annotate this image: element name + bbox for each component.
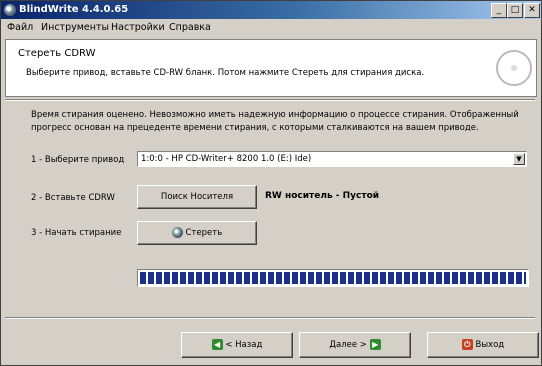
media-status: RW носитель - Пустой <box>265 191 380 201</box>
start-erase-label: 3 - Начать стирание <box>31 228 122 238</box>
erase-progress-bar <box>137 269 529 287</box>
insert-cdrw-label: 2 - Вставьте CDRW <box>31 193 115 203</box>
footer-divider <box>5 317 535 319</box>
select-drive-label: 1 - Выберите привод <box>31 155 125 165</box>
header-panel: Стереть CDRW Выберите привод, вставьте C… <box>5 39 537 97</box>
menu-settings[interactable]: Настройки <box>111 22 165 33</box>
menu-file[interactable]: Файл <box>7 22 33 33</box>
search-media-button[interactable]: Поиск Носителя <box>137 185 257 209</box>
exit-icon: ⏻ <box>461 339 473 350</box>
menu-tools[interactable]: Инструменты <box>41 22 109 33</box>
page-title: Стереть CDRW <box>18 48 96 59</box>
blindwrite-disc-icon <box>4 4 16 16</box>
main-window: BlindWrite 4.4.0.65 _ □ ✕ Файл Инструмен… <box>0 0 542 366</box>
back-button-label: < Назад <box>225 340 263 350</box>
erase-button-label: Стереть <box>185 228 223 238</box>
info-text: Время стирания оценено. Невозможно иметь… <box>31 110 519 133</box>
page-subtitle: Выберите привод, вставьте CD-RW бланк. П… <box>26 68 425 78</box>
close-button[interactable]: ✕ <box>524 3 540 18</box>
back-button[interactable]: ◀ < Назад <box>181 332 293 358</box>
erase-button[interactable]: Стереть <box>137 221 257 245</box>
disc-icon <box>171 227 183 238</box>
title-bar[interactable]: BlindWrite 4.4.0.65 _ □ ✕ <box>1 1 541 19</box>
next-arrow-icon: ▶ <box>369 339 381 350</box>
exit-button-label: Выход <box>475 340 505 350</box>
chevron-down-icon[interactable]: ▼ <box>513 153 525 165</box>
back-arrow-icon: ◀ <box>211 339 223 350</box>
divider <box>5 99 535 101</box>
menu-bar: Файл Инструменты Настройки Справка <box>1 20 541 36</box>
menu-help[interactable]: Справка <box>169 22 211 33</box>
cd-disc-icon <box>496 50 532 86</box>
next-button[interactable]: Далее > ▶ <box>299 332 411 358</box>
search-media-label: Поиск Носителя <box>160 192 234 202</box>
minimize-button[interactable]: _ <box>491 3 507 18</box>
drive-select[interactable]: 1:0:0 - HP CD-Writer+ 8200 1.0 (E:) Ide)… <box>137 151 527 167</box>
progress-fill <box>140 272 526 284</box>
maximize-button[interactable]: □ <box>507 3 523 18</box>
exit-button[interactable]: ⏻ Выход <box>427 332 539 358</box>
drive-select-value: 1:0:0 - HP CD-Writer+ 8200 1.0 (E:) Ide) <box>141 154 312 164</box>
window-title: BlindWrite 4.4.0.65 <box>19 4 129 15</box>
next-button-label: Далее > <box>329 340 367 350</box>
